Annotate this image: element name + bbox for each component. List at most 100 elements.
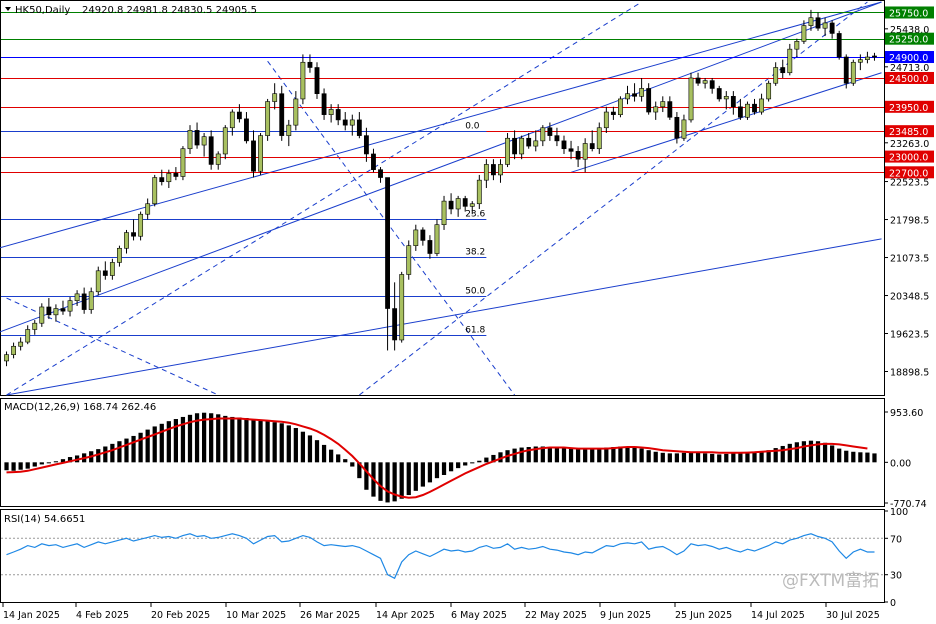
- macd-bar: [18, 462, 23, 470]
- candle-body: [780, 67, 786, 74]
- macd-bar: [681, 452, 687, 463]
- time-tick-label-0: 14 Jan 2025: [3, 610, 60, 621]
- macd-bar: [456, 462, 461, 469]
- macd-bar: [583, 449, 588, 463]
- time-axis: 14 Jan 2025 4 Feb 2025 20 Feb 2025 10 Mar 2…: [2, 603, 880, 621]
- macd-bar: [618, 446, 623, 463]
- candle-body: [145, 203, 151, 215]
- candle-body: [787, 48, 793, 74]
- macd-bar: [336, 454, 341, 463]
- candle-body: [843, 56, 849, 84]
- candle-body: [639, 88, 645, 97]
- rsi-tick-label-0: 100: [890, 507, 908, 518]
- macd-bar: [477, 460, 482, 463]
- candle-body: [519, 137, 525, 155]
- candle-body: [674, 116, 680, 139]
- macd-bar: [745, 452, 750, 463]
- candle-body: [618, 98, 623, 115]
- candle-body: [363, 135, 369, 155]
- time-tick-label-6: 6 May 2025: [451, 610, 507, 621]
- candle-body: [730, 96, 736, 108]
- candle-body: [702, 80, 708, 84]
- candle-body: [131, 232, 136, 237]
- macd-bar: [731, 453, 736, 463]
- candle-body: [554, 135, 560, 142]
- candle-body: [596, 127, 602, 150]
- candle-body: [222, 127, 228, 155]
- candle-body: [60, 308, 66, 312]
- candle-body: [822, 22, 828, 29]
- candle-body: [540, 127, 546, 142]
- macd-bar: [547, 447, 552, 463]
- rsi-tick-label-2: 30: [890, 571, 902, 582]
- macd-bar: [724, 453, 729, 463]
- candle-body: [215, 153, 221, 165]
- candle-body: [568, 148, 574, 152]
- candle-body: [385, 177, 390, 309]
- candle-body: [109, 262, 115, 276]
- fib-label-2: 38.2: [465, 248, 485, 258]
- macd-bar: [399, 462, 404, 499]
- candle-body: [293, 98, 299, 126]
- macd-bar: [717, 454, 722, 463]
- watermark: @FXTM富拓: [782, 571, 879, 591]
- macd-bar: [230, 416, 235, 463]
- candle-body: [603, 111, 609, 129]
- candle-body: [67, 300, 73, 312]
- candle-body: [850, 61, 856, 84]
- candle-body: [766, 82, 772, 100]
- time-tick-label-1: 4 Feb 2025: [76, 610, 129, 621]
- macd-bar: [258, 420, 263, 463]
- trading-chart: 0.0 23.6 38.2 50.0 61.8 25438.024713.023263.…: [0, 0, 934, 621]
- candle-body: [399, 274, 405, 341]
- candle-body: [194, 130, 200, 146]
- macd-bar: [152, 426, 157, 463]
- candle-body: [258, 135, 263, 172]
- fib-label-3: 50.0: [465, 287, 485, 297]
- candle-body: [349, 119, 355, 126]
- candle-body: [371, 153, 376, 170]
- macd-bar: [604, 447, 609, 463]
- macd-bar: [434, 462, 440, 479]
- candle-body: [314, 67, 320, 95]
- candle-body: [32, 322, 38, 330]
- rsi-panel-frame: [0, 509, 885, 603]
- macd-bar: [166, 421, 171, 463]
- macd-bar: [32, 462, 37, 467]
- macd-bar: [251, 419, 256, 463]
- candle-body: [166, 173, 172, 183]
- candle-body: [737, 106, 743, 118]
- candle-body: [610, 111, 616, 115]
- macd-tick-label-0: 953.60: [890, 408, 923, 419]
- macd-bar: [293, 428, 298, 463]
- macd-bar: [703, 453, 708, 463]
- macd-bar: [350, 462, 355, 467]
- candle-body: [653, 106, 659, 113]
- candle-body: [448, 200, 454, 210]
- candle-body: [709, 80, 715, 89]
- macd-bar: [321, 444, 327, 463]
- price-panel-frame: [0, 0, 885, 396]
- macd-bar: [660, 452, 665, 463]
- candle-body: [526, 137, 532, 147]
- price-label-text-2: 24900.0: [889, 53, 928, 64]
- macd-bar: [420, 462, 425, 487]
- time-tick-label-9: 25 Jun 2025: [675, 610, 732, 621]
- macd-bar: [639, 448, 644, 463]
- macd-bar: [568, 448, 574, 463]
- candle-body: [272, 93, 278, 102]
- candle-body: [462, 198, 468, 207]
- price-tick-label-5: 21073.5: [890, 254, 929, 265]
- macd-bar: [470, 462, 475, 464]
- macd-bar: [858, 452, 863, 463]
- fib-label-0: 0.0: [465, 122, 480, 132]
- macd-bar: [688, 452, 694, 463]
- macd-bar: [632, 447, 637, 463]
- candle-body: [752, 103, 757, 113]
- candle-body: [81, 293, 87, 310]
- macd-bar: [110, 443, 115, 463]
- candle-body: [392, 308, 398, 341]
- price-label-text-4: 23950.0: [889, 103, 928, 114]
- candle-body: [815, 17, 821, 29]
- macd-bar: [484, 457, 489, 463]
